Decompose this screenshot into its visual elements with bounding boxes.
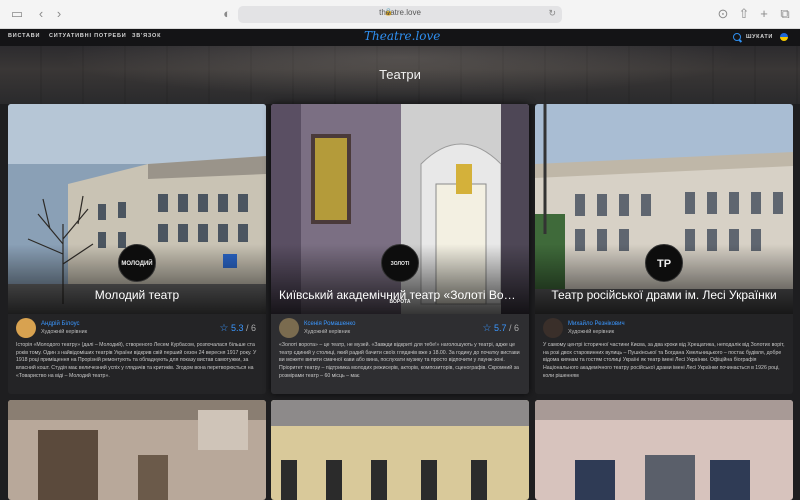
director-name[interactable]: Михайло Резнікович [568, 321, 625, 327]
director-name[interactable]: Ксенія Ромашенко [304, 321, 355, 327]
theatre-card-partial[interactable] [271, 400, 529, 500]
theatre-description: У самому центрі історичної частини Києва… [543, 342, 785, 379]
avatar [16, 318, 36, 338]
theatre-grid: МОЛОДИЙ Молодий театр Андрій Білоус Худо… [0, 104, 800, 500]
theatre-photo [535, 104, 793, 314]
rating-max: / 6 [508, 323, 519, 333]
nav-item-contact[interactable]: ЗВ'ЯЗОК [132, 33, 161, 39]
star-icon: ☆ [219, 323, 229, 334]
director-role: Художній керівник [568, 329, 615, 335]
url-text: theatre.love [379, 8, 421, 17]
nav-item-situational-needs[interactable]: СИТУАТИВНІ ПОТРЕБИ [49, 33, 127, 39]
page-title: Театри [379, 67, 421, 82]
rating: ☆ 5.3 / 6 [219, 323, 256, 334]
hero-banner: Театри [0, 46, 800, 104]
theatre-description: «Золоті ворота» – це театр, не музей. «З… [279, 342, 520, 379]
reload-icon[interactable]: ↻ [548, 8, 556, 19]
theatre-title[interactable]: Київський академічний театр «Золоті Воро… [271, 288, 529, 302]
rating-value: 5.3 [230, 323, 244, 333]
tab-overview-icon[interactable]: ⧉ [778, 7, 792, 21]
site-logo[interactable]: Theatre.love [364, 29, 440, 43]
language-flag-icon[interactable] [780, 33, 788, 41]
share-icon[interactable]: ⇧ [737, 7, 751, 21]
theatre-logo: МОЛОДИЙ [118, 244, 156, 282]
browser-toolbar: ▭ ‹ › ◐ 🔒 theatre.love ↻ ⊙ ⇧ + ⧉ [0, 0, 800, 29]
privacy-shield-icon[interactable]: ◐ [220, 7, 234, 21]
download-icon[interactable]: ⊙ [716, 7, 730, 21]
theatre-title[interactable]: Молодий театр [8, 288, 266, 302]
director-info: Ксенія Ромашенко Художній керівник ☆ 5.7… [279, 318, 529, 340]
director-info: Михайло Резнікович Художній керівник [543, 318, 793, 340]
nav-item-performances[interactable]: ВИСТАВИ [8, 33, 40, 39]
back-icon[interactable]: ‹ [34, 7, 48, 21]
star-icon: ☆ [482, 323, 492, 334]
address-bar[interactable]: 🔒 theatre.love ↻ [238, 6, 562, 23]
forward-icon[interactable]: › [52, 7, 66, 21]
rating-max: / 6 [245, 323, 256, 333]
rating-value: 5.7 [493, 323, 507, 333]
theatre-card-partial[interactable] [8, 400, 266, 500]
theatre-card-lesya-ukrainka[interactable]: ТР Театр російської драми ім. Лесі Украї… [535, 104, 793, 394]
sidebar-toggle-icon[interactable]: ▭ [10, 7, 24, 21]
site-navigation: ВИСТАВИ СИТУАТИВНІ ПОТРЕБИ ЗВ'ЯЗОК Theat… [0, 29, 800, 46]
theatre-card-zoloti-vorota[interactable]: ЗОЛОТІ ВОРОТА Київський академічний теат… [271, 104, 529, 394]
search-label: ШУКАТИ [746, 34, 773, 40]
theatre-logo: ЗОЛОТІ ВОРОТА [381, 244, 419, 305]
avatar [543, 318, 563, 338]
theatre-card-partial[interactable] [535, 400, 793, 500]
search-icon [733, 33, 741, 41]
director-name[interactable]: Андрій Білоус [41, 321, 80, 327]
director-info: Андрій Білоус Художній керівник ☆ 5.3 / … [16, 318, 266, 340]
theatre-card-molodyi[interactable]: МОЛОДИЙ Молодий театр Андрій Білоус Худо… [8, 104, 266, 394]
director-role: Художній керівник [41, 329, 88, 335]
director-role: Художній керівник [304, 329, 351, 335]
theatre-photo [271, 104, 529, 314]
new-tab-icon[interactable]: + [757, 7, 771, 21]
theatre-logo: ТР [645, 244, 683, 282]
avatar [279, 318, 299, 338]
theatre-title[interactable]: Театр російської драми ім. Лесі Українки [535, 288, 793, 302]
rating: ☆ 5.7 / 6 [482, 323, 519, 334]
theatre-description: Історія «Молодого театру» (далі – Молоди… [16, 342, 257, 379]
